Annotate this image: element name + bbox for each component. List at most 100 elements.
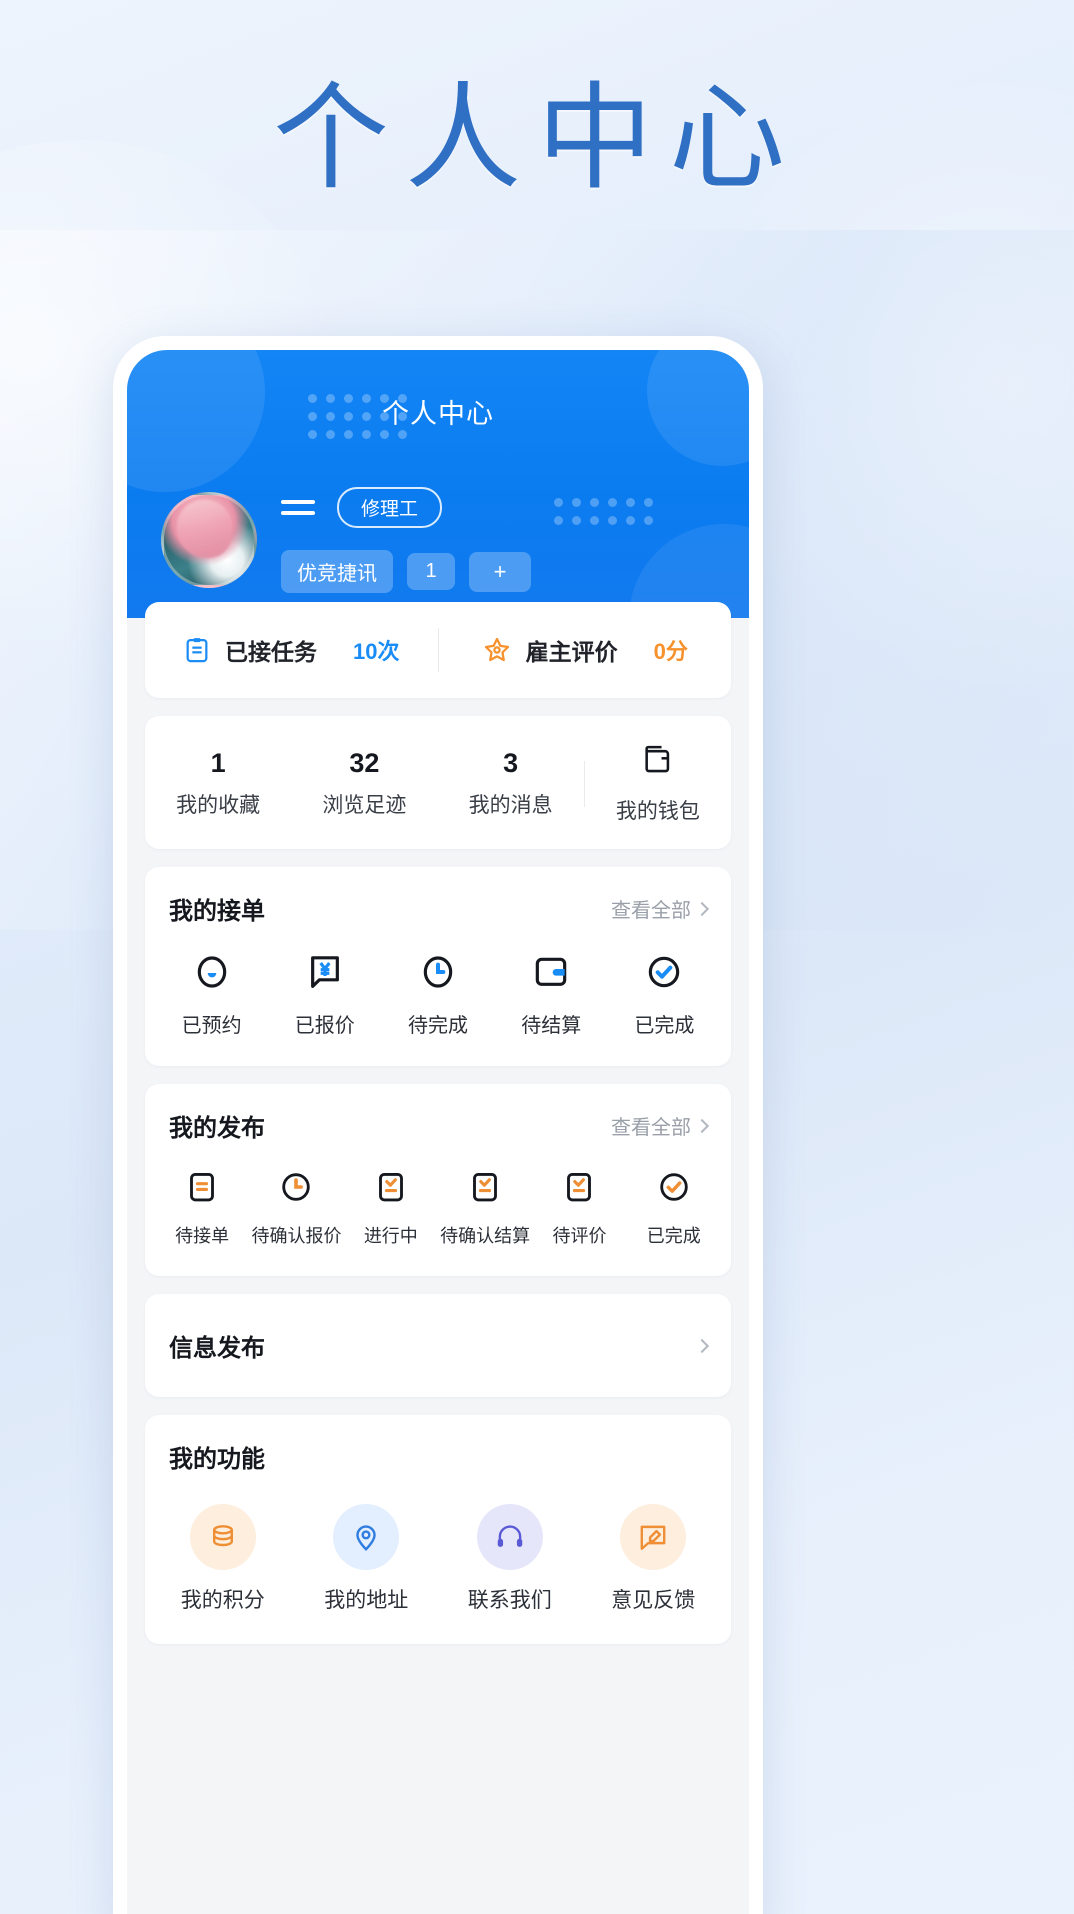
top-stats-card: 已接任务 10次 雇主评价 0分 bbox=[145, 602, 731, 698]
order-status-pending[interactable]: 待完成 bbox=[381, 952, 494, 1038]
profile-row-tags: 优竞捷讯 1 + bbox=[281, 550, 531, 593]
function-feedback[interactable]: 意见反馈 bbox=[582, 1504, 726, 1614]
view-all-label: 查看全部 bbox=[611, 1117, 691, 1139]
feedback-icon bbox=[620, 1504, 687, 1570]
quick-stat-messages[interactable]: 3 我的消息 bbox=[438, 748, 584, 819]
my-posts-header: 我的发布 查看全部 bbox=[145, 1084, 731, 1147]
page-title: 个人中心 bbox=[273, 73, 801, 203]
quick-stat-number: 3 bbox=[503, 748, 519, 778]
quick-stats-card: 1 我的收藏 32 浏览足迹 3 我的消息 我的钱包 bbox=[145, 716, 731, 849]
hamburger-icon[interactable] bbox=[281, 500, 315, 515]
profile-section: 修理工 优竞捷讯 1 + bbox=[127, 487, 749, 593]
avatar[interactable] bbox=[161, 492, 257, 588]
function-label: 意见反馈 bbox=[611, 1589, 696, 1612]
clipboard-check-icon bbox=[373, 1169, 409, 1205]
post-status-label: 待确认结算 bbox=[440, 1226, 531, 1246]
quick-stat-wallet[interactable]: 我的钱包 bbox=[585, 742, 731, 825]
post-status-confirm-settle[interactable]: 待确认结算 bbox=[438, 1169, 532, 1248]
chevron-right-icon bbox=[694, 901, 710, 916]
clock-orange-icon bbox=[278, 1169, 314, 1205]
settle-icon bbox=[531, 952, 571, 992]
phone-mockup: 个人中心 修理工 优竞捷讯 1 + 已接任务 10次 雇主评价 0分 1 我的收… bbox=[113, 336, 763, 1914]
stat-accepted-tasks[interactable]: 已接任务 10次 bbox=[145, 633, 438, 667]
profile-info: 修理工 优竞捷讯 1 + bbox=[281, 487, 531, 593]
order-status-label: 已完成 bbox=[634, 1015, 695, 1037]
clipboard-check-icon bbox=[561, 1169, 597, 1205]
quote-yuan-icon bbox=[305, 952, 345, 992]
clipboard-check-icon bbox=[467, 1169, 503, 1205]
post-status-in-progress[interactable]: 进行中 bbox=[344, 1169, 438, 1248]
view-all-label: 查看全部 bbox=[611, 900, 691, 922]
headset-icon bbox=[476, 1504, 543, 1570]
post-status-label: 待评价 bbox=[552, 1226, 607, 1246]
my-functions-grid: 我的积分 我的地址 联系我们 意见反馈 bbox=[145, 1478, 731, 1644]
function-label: 我的积分 bbox=[180, 1589, 265, 1612]
clipboard-lines-icon bbox=[184, 1169, 220, 1205]
function-label: 联系我们 bbox=[467, 1589, 552, 1612]
function-contact[interactable]: 联系我们 bbox=[438, 1504, 582, 1614]
chevron-right-icon bbox=[694, 1338, 710, 1353]
stat-value: 0分 bbox=[653, 639, 688, 664]
post-status-pending-review[interactable]: 待评价 bbox=[532, 1169, 626, 1248]
quick-stat-label: 我的钱包 bbox=[615, 800, 700, 823]
my-orders-card: 我的接单 查看全部 已预约 已报价 待完成 待结算 已完成 bbox=[145, 867, 731, 1066]
quick-stat-number: 32 bbox=[349, 748, 380, 778]
stat-label: 雇主评价 bbox=[525, 639, 618, 665]
my-posts-grid: 待接单 待确认报价 进行中 待确认结算 待评价 已完成 bbox=[145, 1147, 731, 1276]
post-status-completed[interactable]: 已完成 bbox=[627, 1169, 721, 1248]
quick-stat-history[interactable]: 32 浏览足迹 bbox=[291, 748, 437, 819]
quick-stat-favorites[interactable]: 1 我的收藏 bbox=[145, 748, 291, 819]
post-status-label: 已完成 bbox=[646, 1226, 701, 1246]
my-posts-card: 我的发布 查看全部 待接单 待确认报价 进行中 待确认结算 待评价 已完成 bbox=[145, 1084, 731, 1276]
check-circle-orange-icon bbox=[656, 1169, 692, 1205]
function-label: 我的地址 bbox=[324, 1589, 409, 1612]
view-all-posts-link[interactable]: 查看全部 bbox=[611, 1111, 710, 1140]
location-icon bbox=[333, 1504, 400, 1570]
my-functions-header: 我的功能 bbox=[145, 1415, 731, 1478]
order-status-label: 已预约 bbox=[181, 1015, 242, 1037]
quick-stat-number: 1 bbox=[210, 748, 226, 778]
order-status-completed[interactable]: 已完成 bbox=[608, 952, 721, 1038]
content-area[interactable]: 已接任务 10次 雇主评价 0分 1 我的收藏 32 浏览足迹 3 我的消息 我… bbox=[127, 602, 749, 1914]
clock-icon bbox=[418, 952, 458, 992]
function-points[interactable]: 我的积分 bbox=[151, 1504, 295, 1614]
stat-employer-rating[interactable]: 雇主评价 0分 bbox=[439, 633, 732, 667]
company-tag[interactable]: 优竞捷讯 bbox=[281, 550, 393, 593]
app-screen: 个人中心 修理工 优竞捷讯 1 + 已接任务 10次 雇主评价 0分 1 我的收… bbox=[127, 350, 749, 1914]
post-status-label: 待确认报价 bbox=[251, 1226, 342, 1246]
role-badge[interactable]: 修理工 bbox=[337, 487, 443, 528]
stat-value: 10次 bbox=[353, 639, 400, 664]
order-status-label: 待完成 bbox=[408, 1015, 468, 1037]
coins-icon bbox=[189, 1504, 256, 1570]
check-circle-icon bbox=[644, 952, 684, 992]
quick-stat-label: 我的收藏 bbox=[176, 794, 261, 817]
wallet-icon bbox=[641, 742, 675, 776]
view-all-orders-link[interactable]: 查看全部 bbox=[611, 894, 710, 923]
section-title: 我的发布 bbox=[169, 1115, 265, 1142]
order-status-label: 已报价 bbox=[294, 1015, 355, 1037]
order-status-quoted[interactable]: 已报价 bbox=[268, 952, 381, 1038]
section-title: 我的功能 bbox=[169, 1446, 265, 1473]
app-header: 个人中心 修理工 优竞捷讯 1 + bbox=[127, 350, 749, 714]
add-tag-button[interactable]: + bbox=[469, 551, 531, 592]
quick-stat-label: 我的消息 bbox=[468, 794, 553, 817]
clipboard-icon bbox=[183, 636, 211, 664]
my-orders-grid: 已预约 已报价 待完成 待结算 已完成 bbox=[145, 930, 731, 1066]
order-status-settlement[interactable]: 待结算 bbox=[495, 952, 608, 1038]
order-status-booked[interactable]: 已预约 bbox=[155, 952, 268, 1038]
post-status-confirm-quote[interactable]: 待确认报价 bbox=[249, 1169, 343, 1248]
header-title: 个人中心 bbox=[382, 399, 494, 429]
post-status-waiting-accept[interactable]: 待接单 bbox=[155, 1169, 249, 1248]
star-icon bbox=[482, 635, 512, 665]
chevron-right-icon bbox=[694, 1118, 710, 1133]
post-status-label: 待接单 bbox=[175, 1226, 230, 1246]
row-title: 信息发布 bbox=[169, 1335, 265, 1362]
order-status-label: 待结算 bbox=[521, 1015, 582, 1037]
function-address[interactable]: 我的地址 bbox=[295, 1504, 439, 1614]
info-publish-row[interactable]: 信息发布 bbox=[145, 1294, 731, 1397]
my-orders-header: 我的接单 查看全部 bbox=[145, 867, 731, 930]
stat-label: 已接任务 bbox=[225, 639, 317, 665]
booked-icon bbox=[192, 952, 232, 992]
count-tag[interactable]: 1 bbox=[407, 553, 455, 590]
my-functions-card: 我的功能 我的积分 我的地址 联系我们 意见反馈 bbox=[145, 1415, 731, 1644]
